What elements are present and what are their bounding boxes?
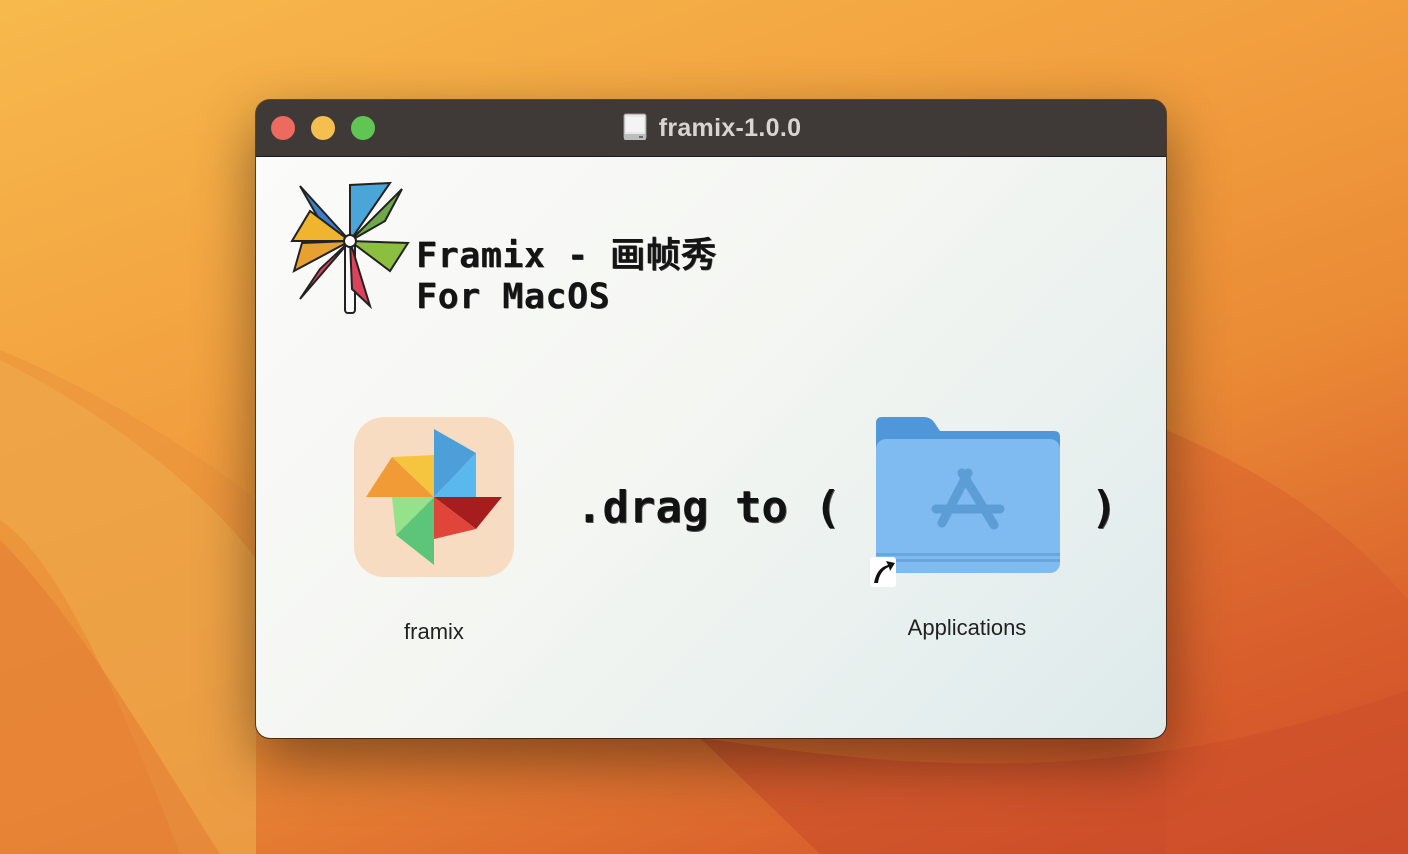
- brand-subtitle: For MacOS: [416, 277, 611, 317]
- alias-arrow-icon: [870, 557, 896, 587]
- title-group: framix-1.0.0: [256, 100, 1166, 156]
- title-bar[interactable]: framix-1.0.0: [256, 100, 1166, 157]
- dmg-installer-window: framix-1.0.0 Framix - 画帧秀 For MacOS fram…: [256, 100, 1166, 738]
- pinwheel-app-icon[interactable]: [354, 417, 514, 577]
- drag-instruction: .drag to (: [576, 482, 841, 533]
- drag-instruction-close: ): [1091, 482, 1118, 533]
- disk-image-icon: [623, 113, 647, 140]
- applications-folder-icon[interactable]: [868, 413, 1068, 593]
- installer-background: Framix - 画帧秀 For MacOS framix .drag to (: [256, 157, 1166, 738]
- brand-title: Framix - 画帧秀: [416, 236, 717, 276]
- folder-label: Applications: [907, 615, 1027, 640]
- app-label: framix: [404, 619, 464, 644]
- pinwheel-logo: [290, 181, 410, 314]
- window-title: framix-1.0.0: [658, 113, 802, 142]
